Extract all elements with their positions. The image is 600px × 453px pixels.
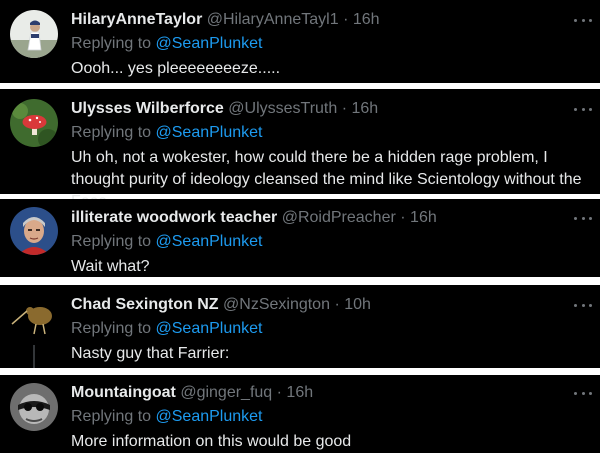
separator-dot: · xyxy=(400,209,406,226)
tweet-card[interactable]: Chad Sexington NZ @NzSexington · 10h Rep… xyxy=(0,285,600,368)
tweet-card[interactable]: HilaryAnneTaylor @HilaryAnneTayl1 · 16h … xyxy=(0,0,600,83)
mention-link[interactable]: @SeanPlunket xyxy=(156,35,263,52)
more-options-icon[interactable] xyxy=(574,17,592,23)
tweet-card[interactable]: Mountaingoat @ginger_fuq · 16h Replying … xyxy=(0,375,600,453)
tweet-text: Wait what? xyxy=(71,258,150,275)
replying-to: Replying to @SeanPlunket xyxy=(71,34,590,54)
mention-link[interactable]: @SeanPlunket xyxy=(156,408,263,425)
user-handle[interactable]: @UlyssesTruth xyxy=(228,100,337,117)
separator-dot: · xyxy=(334,296,340,313)
display-name[interactable]: Mountaingoat xyxy=(71,384,176,401)
timestamp[interactable]: 10h xyxy=(344,296,371,313)
timestamp[interactable]: 16h xyxy=(286,384,313,401)
tweet-header: Chad Sexington NZ @NzSexington · 10h xyxy=(71,295,590,315)
replying-to-prefix: Replying to xyxy=(71,408,156,425)
mention-link[interactable]: @SeanPlunket xyxy=(156,124,263,141)
more-options-icon[interactable] xyxy=(574,106,592,112)
man-portrait-photo-icon xyxy=(10,207,58,255)
tweet-card[interactable]: Ulysses Wilberforce @UlyssesTruth · 16h … xyxy=(0,89,600,210)
more-options-icon[interactable] xyxy=(574,390,592,396)
avatar[interactable] xyxy=(10,99,58,147)
replying-to-prefix: Replying to xyxy=(71,233,156,250)
replying-to-prefix: Replying to xyxy=(71,320,156,337)
user-handle[interactable]: @NzSexington xyxy=(223,296,330,313)
replying-to-prefix: Replying to xyxy=(71,35,156,52)
user-handle[interactable]: @ginger_fuq xyxy=(180,384,272,401)
masked-face-photo-icon xyxy=(10,383,58,431)
user-handle[interactable]: @RoidPreacher xyxy=(282,209,396,226)
replying-to-prefix: Replying to xyxy=(71,124,156,141)
mention-link[interactable]: @SeanPlunket xyxy=(156,233,263,250)
separator-dot: · xyxy=(341,100,348,117)
tweet-header: HilaryAnneTaylor @HilaryAnneTayl1 · 16h xyxy=(71,10,590,30)
replying-to: Replying to @SeanPlunket xyxy=(71,407,590,427)
separator-dot: · xyxy=(276,384,282,401)
tweet-header: Ulysses Wilberforce @UlyssesTruth · 16h xyxy=(71,99,590,119)
display-name[interactable]: Chad Sexington NZ xyxy=(71,296,219,313)
kiwi-bird-icon xyxy=(10,294,58,342)
mushroom-photo-icon xyxy=(10,99,58,147)
more-options-icon[interactable] xyxy=(574,215,592,221)
avatar[interactable] xyxy=(10,207,58,255)
mention-link[interactable]: @SeanPlunket xyxy=(156,320,263,337)
timestamp[interactable]: 16h xyxy=(410,209,437,226)
display-name[interactable]: Ulysses Wilberforce xyxy=(71,100,224,117)
display-name[interactable]: HilaryAnneTaylor xyxy=(71,11,202,28)
avatar[interactable] xyxy=(10,10,58,58)
replying-to: Replying to @SeanPlunket xyxy=(71,319,590,339)
tweet-card[interactable]: illiterate woodwork teacher @RoidPreache… xyxy=(0,199,600,277)
display-name[interactable]: illiterate woodwork teacher xyxy=(71,209,277,226)
replying-to: Replying to @SeanPlunket xyxy=(71,232,590,252)
tweet-text: Nasty guy that Farrier: xyxy=(71,345,230,362)
avatar[interactable] xyxy=(10,294,58,342)
user-handle[interactable]: @HilaryAnneTayl1 xyxy=(207,11,339,28)
more-options-icon[interactable] xyxy=(574,302,592,308)
tweet-header: illiterate woodwork teacher @RoidPreache… xyxy=(71,208,590,228)
tweet-header: Mountaingoat @ginger_fuq · 16h xyxy=(71,383,590,403)
timestamp[interactable]: 16h xyxy=(353,11,380,28)
tweet-text: Oooh... yes pleeeeeeeeze..... xyxy=(71,60,281,77)
avatar[interactable] xyxy=(10,383,58,431)
timestamp[interactable]: 16h xyxy=(352,100,379,117)
replying-to: Replying to @SeanPlunket xyxy=(71,123,590,143)
person-photo-icon xyxy=(10,10,58,58)
tweet-text: More information on this would be good xyxy=(71,433,352,450)
thread-line xyxy=(33,345,35,368)
separator-dot: · xyxy=(343,11,349,28)
